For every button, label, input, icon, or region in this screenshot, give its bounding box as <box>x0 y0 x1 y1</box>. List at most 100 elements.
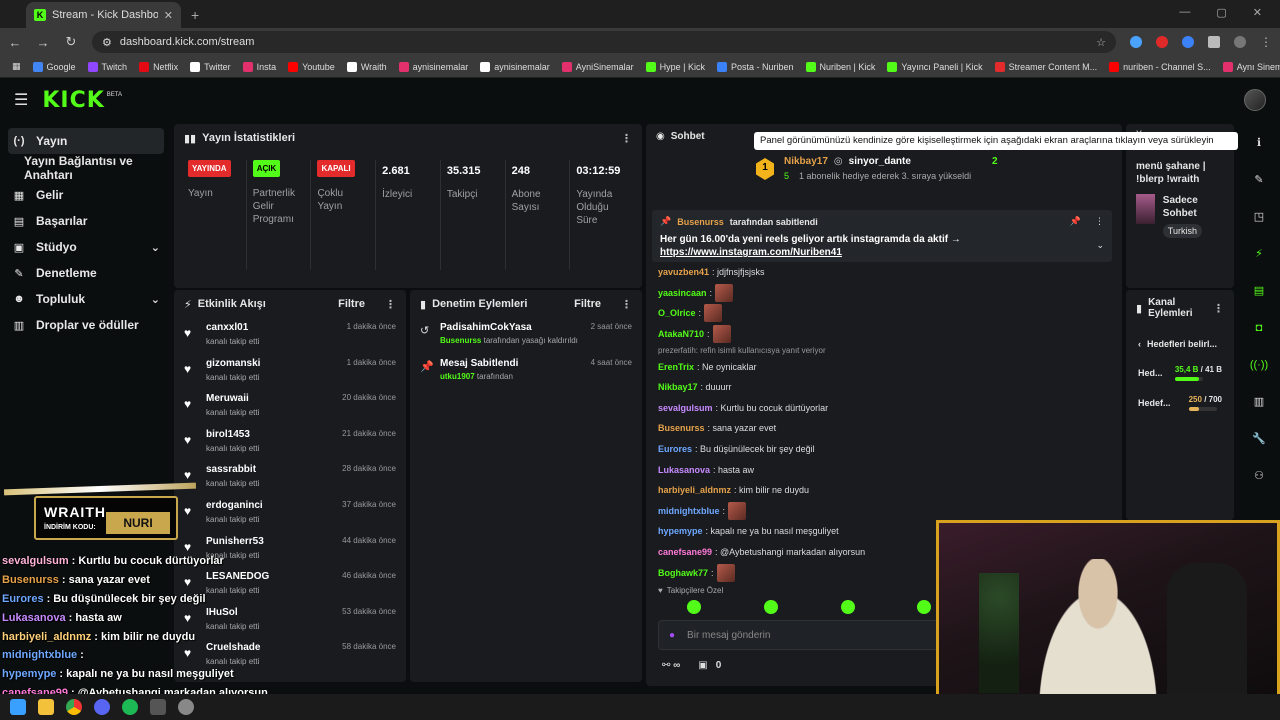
microphone-icon[interactable]: ● <box>669 630 675 641</box>
chat-username[interactable]: ErenTrix <box>658 362 694 372</box>
url-input[interactable]: ⚙ dashboard.kick.com/stream ☆ <box>92 31 1116 53</box>
recipient-name[interactable]: sinyor_dante <box>849 156 911 167</box>
apps-icon[interactable]: ⚇ <box>1238 457 1280 494</box>
link-icon[interactable]: ⚯ ∞ <box>662 660 680 671</box>
bookmark-item[interactable]: Hype | Kick <box>642 61 709 72</box>
sidebar-item-stream-key[interactable]: Yayın Bağlantısı ve Anahtarı <box>0 154 172 182</box>
chevron-down-icon[interactable]: ⌄ <box>1096 240 1104 251</box>
gift-icon[interactable]: ▣ <box>698 660 707 671</box>
chat-username[interactable]: sevalgulsum <box>658 403 713 413</box>
forward-icon[interactable]: → <box>36 35 50 50</box>
activity-username[interactable]: sassrabbit <box>206 464 256 475</box>
mod-target[interactable]: PadisahimCokYasa <box>440 322 532 333</box>
filter-button[interactable]: Filtre <box>338 298 365 310</box>
bookmark-item[interactable]: Wraith <box>343 61 391 72</box>
spotify-icon[interactable] <box>122 699 138 715</box>
chat-username[interactable]: Eurores <box>658 444 692 454</box>
mod-by[interactable]: Busenurss <box>440 336 481 345</box>
sidebar-item[interactable]: ▣ Stüdyo ⌄ <box>0 234 172 260</box>
unpin-icon[interactable]: 📌 <box>1070 216 1081 227</box>
bookmark-item[interactable]: nuriben - Channel S... <box>1105 61 1215 72</box>
edit-icon[interactable]: ✎ <box>1238 161 1280 198</box>
chat-username[interactable]: canefsane99 <box>658 547 712 557</box>
chat-input[interactable]: ● Bir mesaj gönderin <box>658 620 948 650</box>
extension-icon[interactable] <box>1130 36 1142 48</box>
chat-username[interactable]: AtakaN710 <box>658 329 704 339</box>
bookmark-item[interactable]: aynisinemalar <box>395 61 473 72</box>
activity-username[interactable]: gizomanski <box>206 358 260 369</box>
profile-icon[interactable] <box>1234 36 1246 48</box>
sidebar-item[interactable]: (·) Yayın <box>8 128 164 154</box>
chat-username[interactable]: yavuzben41 <box>658 267 709 277</box>
chevron-left-icon[interactable]: ‹ <box>1138 339 1141 349</box>
site-info-icon[interactable]: ⚙ <box>102 36 112 49</box>
maximize-icon[interactable]: ▢ <box>1216 6 1226 19</box>
sidebar-item[interactable]: ☻ Topluluk ⌄ <box>0 286 172 312</box>
bookmark-item[interactable]: AyniSinemalar <box>558 61 638 72</box>
chat-username[interactable]: Busenurss <box>658 423 705 433</box>
pinned-link[interactable]: https://www.instagram.com/Nuriben41 <box>660 247 842 258</box>
extension-icon[interactable] <box>1156 36 1168 48</box>
chat-username[interactable]: Lukasanova <box>658 465 710 475</box>
bookmark-item[interactable]: Twitter <box>186 61 235 72</box>
wrench-icon[interactable]: 🔧 <box>1238 420 1280 457</box>
apps-grid-icon[interactable]: ▦ <box>8 61 25 72</box>
user-avatar[interactable] <box>1244 89 1266 111</box>
file-explorer-icon[interactable] <box>38 699 54 715</box>
new-tab-icon[interactable]: + <box>191 7 199 23</box>
goal-item[interactable]: Hed... 35,4 B / 41 B <box>1126 358 1234 388</box>
sidebar-item[interactable]: ▦ Gelir <box>0 182 172 208</box>
emote-icon[interactable] <box>917 600 932 614</box>
obs-icon[interactable] <box>178 699 194 715</box>
list-item[interactable]: ↺ PadisahimCokYasa 2 saat önce Busenurss ta… <box>410 318 642 354</box>
bookmark-item[interactable]: Streamer Content M... <box>991 61 1102 72</box>
bookmark-item[interactable]: Insta <box>239 61 281 72</box>
menu-kebab-icon[interactable]: ⋮ <box>1260 35 1272 49</box>
chevron-down-icon[interactable]: ⌄ <box>151 293 160 306</box>
list-item[interactable]: ♥ birol1453 21 dakika önce kanalı takip ett… <box>174 425 406 461</box>
bookmark-item[interactable]: Aynı Sinemalar - Ça... <box>1219 61 1280 72</box>
screenshot-icon[interactable]: ◳ <box>1238 198 1280 235</box>
emote-icon[interactable] <box>687 600 702 614</box>
emote-icon[interactable] <box>763 600 778 614</box>
bookmark-item[interactable]: Yayıncı Paneli | Kick <box>883 61 986 72</box>
bookmark-item[interactable]: Google <box>29 61 80 72</box>
language-tag[interactable]: Turkish <box>1162 224 1202 238</box>
minimize-icon[interactable]: — <box>1179 6 1190 19</box>
windows-start-icon[interactable] <box>10 699 26 715</box>
sidebar-item[interactable]: ▤ Başarılar <box>0 208 172 234</box>
sidebar-item[interactable]: ✎ Denetleme <box>0 260 172 286</box>
layout-icon[interactable]: ▥ <box>1238 383 1280 420</box>
info-icon[interactable]: ℹ <box>1238 124 1280 161</box>
category-thumbnail[interactable] <box>1136 194 1155 224</box>
activity-username[interactable]: Punisherr53 <box>206 536 264 547</box>
chat-username[interactable]: harbiyeli_aldnmz <box>658 485 731 495</box>
list-item[interactable]: ♥ gizomanski 1 dakika önce kanalı takip ett… <box>174 354 406 390</box>
more-options-icon[interactable]: ⋮ <box>385 298 396 311</box>
chat-icon[interactable]: ◘ <box>1238 309 1280 346</box>
list-item[interactable]: 📌 Mesaj Sabitlendi 4 saat önce utku1907 tar… <box>410 354 642 390</box>
list-item[interactable]: ♥ Meruwaii 20 dakika önce kanalı takip etti <box>174 389 406 425</box>
bookmark-item[interactable]: Youtube <box>284 61 339 72</box>
goals-header[interactable]: ‹ Hedefleri belirl... <box>1126 330 1234 358</box>
activity-username[interactable]: Meruwaii <box>206 393 249 404</box>
broadcast-icon[interactable]: ((·)) <box>1238 346 1280 383</box>
bookmark-item[interactable]: aynisinemalar <box>476 61 554 72</box>
list-item[interactable]: ♥ sassrabbit 28 dakika önce kanalı takip et… <box>174 460 406 496</box>
bookmark-item[interactable]: Netflix <box>135 61 182 72</box>
filter-button[interactable]: Filtre <box>574 298 601 310</box>
list-item[interactable]: ♥ erdoganinci 37 dakika önce kanalı takip e… <box>174 496 406 532</box>
lightning-icon[interactable]: ⚡ <box>1238 235 1280 272</box>
app-icon[interactable] <box>150 699 166 715</box>
chat-username[interactable]: Boghawk77 <box>658 568 708 578</box>
chrome-icon[interactable] <box>66 699 82 715</box>
discord-icon[interactable] <box>94 699 110 715</box>
back-icon[interactable]: ← <box>8 35 22 50</box>
emote-icon[interactable] <box>840 600 855 614</box>
chat-username[interactable]: midnightxblue <box>658 506 720 516</box>
more-options-icon[interactable]: ⋮ <box>1213 302 1224 315</box>
browser-tab[interactable]: K Stream - Kick Dashboard ✕ <box>26 2 181 28</box>
kick-logo[interactable]: KICK <box>42 88 104 113</box>
hamburger-menu-icon[interactable]: ☰ <box>14 90 28 110</box>
chat-username[interactable]: Nikbay17 <box>658 382 698 392</box>
